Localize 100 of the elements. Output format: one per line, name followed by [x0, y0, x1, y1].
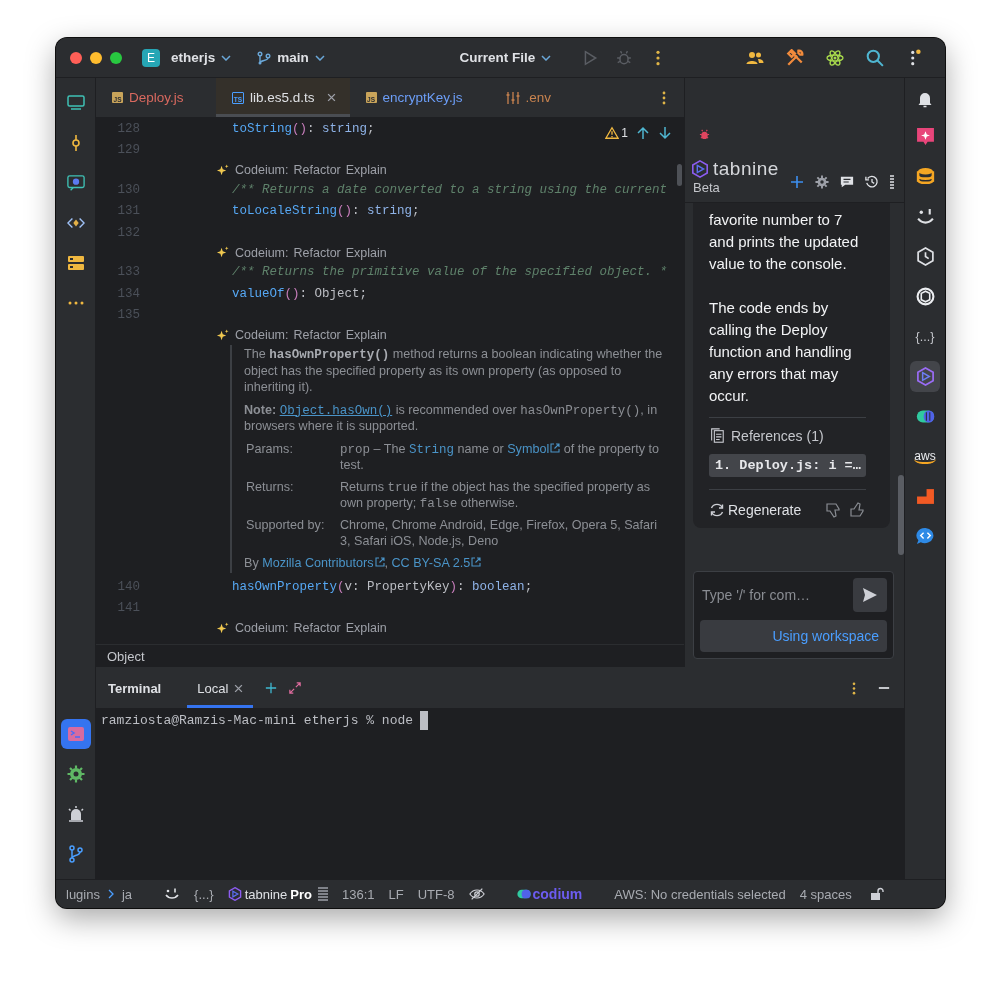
thumbs-down-icon[interactable] [826, 502, 842, 518]
regenerate-button[interactable]: Regenerate [709, 502, 802, 518]
clock-hexagon-icon [915, 247, 935, 266]
editor-tab[interactable]: .env [489, 78, 566, 117]
atom-icon[interactable] [826, 48, 844, 67]
bug-icon[interactable] [699, 129, 710, 140]
doc-link[interactable]: Object.hasOwn() [279, 403, 393, 418]
codelens-action[interactable]: Refactor [293, 245, 341, 260]
references-label: References (1) [731, 428, 824, 444]
plugin-tool-button[interactable]: aws [910, 441, 940, 472]
codeium-label: Codeium: [235, 163, 289, 177]
braces-widget[interactable]: {...} [194, 886, 214, 902]
line-separator[interactable]: LF [388, 886, 404, 902]
notifications-icon[interactable] [917, 90, 933, 108]
chat-icon[interactable] [839, 175, 854, 189]
sparkles-icon [216, 163, 229, 177]
monitor-icon [66, 94, 85, 112]
database-icon [66, 254, 85, 272]
tools-icon[interactable] [786, 48, 804, 67]
thumbs-up-icon[interactable] [850, 502, 866, 518]
code-line: valueOf(): Object; [232, 286, 368, 301]
refresh-icon [709, 502, 725, 518]
close-icon[interactable] [326, 93, 336, 102]
doc-text: prop – The String name or Symbol of the property to test. [340, 440, 660, 474]
eye-off-icon[interactable] [468, 887, 485, 901]
unlock-icon[interactable] [869, 887, 884, 901]
file-encoding[interactable]: UTF-8 [417, 886, 455, 902]
codelens-action[interactable]: Explain [345, 621, 387, 635]
down-arrow-icon[interactable] [658, 126, 672, 140]
codelens-action[interactable]: Refactor [293, 163, 341, 177]
scrollbar-thumb[interactable] [898, 475, 904, 555]
doc-text: Chrome, Chrome Android, Edge, Firefox, Opera 5, Safari 3, Safari iOS, Node.js, Deno [340, 516, 659, 550]
aws-status[interactable]: AWS: No credentials selected [614, 886, 786, 902]
doc-paragraph: Note: Object.hasOwn() is recommended over hasOwnProperty(), in browsers where it is supported. [244, 401, 659, 435]
smile-icon[interactable] [164, 888, 181, 900]
scrollbar-thumb[interactable] [677, 164, 682, 186]
doc-label: Supported by: [246, 516, 326, 534]
tool-window-button[interactable] [60, 719, 91, 749]
caret-icon [221, 54, 232, 61]
expand-icon[interactable] [289, 682, 302, 694]
codium-logo-icon [516, 889, 531, 899]
blocks-icon [915, 487, 935, 506]
tabnine-logo: tabnine [713, 157, 779, 180]
terminal-icon [66, 725, 85, 743]
zoom-window-button[interactable] [110, 51, 122, 64]
more-icon[interactable] [662, 90, 666, 105]
doc-label: Params: [246, 440, 294, 458]
chat-message-text: favorite number to 7 and prints the updated value to the console. [709, 210, 860, 274]
chat-window-icon [66, 174, 85, 192]
breadcrumb[interactable]: Object [107, 648, 145, 664]
close-icon[interactable] [234, 683, 244, 693]
code-line: toString(): string; [232, 121, 375, 136]
smile-icon [915, 207, 935, 226]
more-icon [67, 301, 84, 305]
plus-icon[interactable] [789, 175, 804, 189]
search-icon[interactable] [866, 48, 884, 67]
workspace-button[interactable]: Using workspace [700, 620, 887, 652]
caret-icon [541, 54, 552, 61]
chat-input-field[interactable]: Type '/' for com… [700, 581, 847, 609]
warning-count[interactable]: 1 [605, 126, 628, 140]
plus-icon[interactable] [265, 682, 278, 694]
sparkles-icon [216, 621, 229, 635]
doc-paragraph: The hasOwnProperty() method returns a boolean indicating whether the object has the specified property as its own property (as opposed to inheriting it). [244, 346, 664, 396]
terminal-tab[interactable]: Local [187, 668, 254, 708]
cursor-position[interactable]: 136:1 [341, 886, 375, 902]
codelens-action[interactable]: Refactor [293, 328, 341, 342]
reference-chip[interactable]: 1. Deploy.js: i =… [709, 454, 866, 477]
send-icon [862, 587, 878, 603]
doc-link[interactable]: Symbol [507, 441, 561, 456]
settings-icon[interactable] [814, 175, 829, 189]
branch-dropdown[interactable]: main [253, 46, 329, 69]
knot-icon [915, 287, 935, 306]
run-configuration-dropdown[interactable]: Current File [455, 46, 556, 69]
list-icon[interactable] [889, 175, 894, 189]
tabnine-status[interactable]: tabnine Pro [227, 886, 328, 902]
plugin-label: aws [914, 449, 936, 464]
minimize-window-button[interactable] [90, 51, 102, 64]
project-badge: E [142, 48, 160, 67]
doc-link[interactable]: CC BY-SA 2.5 [391, 555, 482, 570]
history-icon[interactable] [864, 175, 879, 189]
up-arrow-icon[interactable] [636, 126, 650, 140]
breadcrumb-item[interactable]: ja [121, 886, 133, 902]
chevron-icon [107, 889, 114, 899]
more-icon[interactable] [852, 681, 856, 695]
breadcrumb-item[interactable]: lugins [66, 886, 100, 902]
send-button[interactable] [853, 578, 887, 612]
codelens-action[interactable]: Explain [345, 245, 387, 260]
codelens-action[interactable]: Explain [345, 163, 387, 177]
terminal-title: Terminal [108, 680, 162, 696]
documents-icon [709, 428, 725, 444]
codelens-action[interactable]: Explain [345, 328, 387, 342]
close-window-button[interactable] [70, 51, 82, 64]
sparkles-icon [216, 246, 229, 259]
project-dropdown[interactable]: etherjs [167, 46, 236, 69]
external-link-icon [550, 442, 561, 453]
code-line: /** Returns the primitive value of the specified object. * [232, 265, 668, 280]
doc-link[interactable]: Mozilla Contributors [262, 555, 385, 570]
indent-setting[interactable]: 4 spaces [799, 886, 852, 902]
plugin-tool-button[interactable]: {...} [910, 321, 940, 352]
codelens-action[interactable]: Refactor [293, 621, 341, 635]
